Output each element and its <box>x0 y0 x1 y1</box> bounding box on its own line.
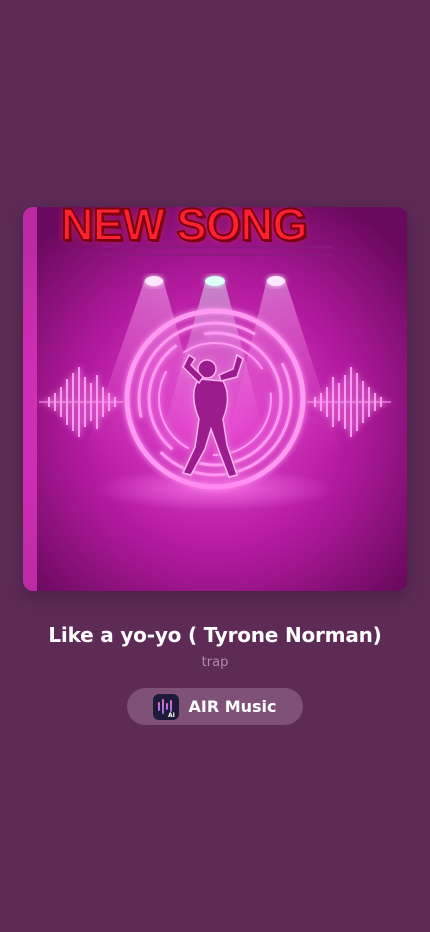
song-genre: trap <box>201 655 229 670</box>
app-name-label: AIR Music <box>188 697 277 716</box>
album-artwork: NEW SONG <box>23 207 407 591</box>
air-music-logo-icon: AI <box>153 693 180 720</box>
ai-badge: AI <box>168 712 175 719</box>
song-share-screen: NEW SONG Like a yo-yo ( Tyrone Norman) t… <box>0 0 430 932</box>
dancer-neon-ring-artwork <box>23 207 407 591</box>
song-title: Like a yo-yo ( Tyrone Norman) <box>48 623 382 647</box>
air-music-app-button[interactable]: AI AIR Music <box>127 688 303 725</box>
new-song-label: NEW SONG <box>60 207 309 251</box>
